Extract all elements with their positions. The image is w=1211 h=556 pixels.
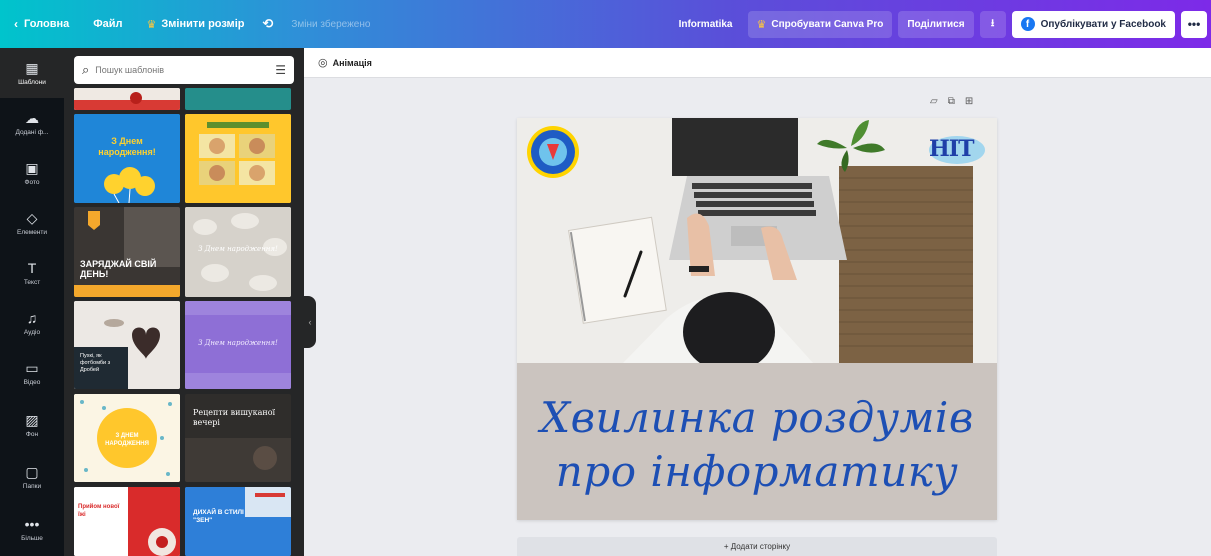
shapes-icon: ◇ xyxy=(26,210,38,226)
templates-panel: ⌕ ☰ З Днем народження! xyxy=(64,48,304,556)
rail-item-uploads[interactable]: ☁ Додані ф... xyxy=(0,98,64,148)
desk-photo[interactable]: НІТ xyxy=(517,118,997,363)
note-icon[interactable]: ▱ xyxy=(930,96,938,107)
crown-icon: ♛ xyxy=(756,18,767,31)
design-page[interactable]: НІТ Хвилинка роздумів про інформатику xyxy=(517,118,997,520)
rail-item-templates[interactable]: ▦ Шаблони xyxy=(0,48,64,98)
template-thumbnail xyxy=(74,114,180,203)
rail-item-more[interactable]: ••• Більше xyxy=(0,504,64,554)
video-icon: ▭ xyxy=(25,360,39,376)
template-thumbnail xyxy=(74,207,180,297)
top-bar: ‹ Головна Файл ♛ Змінити розмір ⟲ Зміни … xyxy=(0,0,1211,48)
file-menu[interactable]: Файл xyxy=(84,0,131,48)
text-icon: T xyxy=(27,260,37,276)
template-thumbnail xyxy=(74,487,180,556)
music-note-icon: ♫ xyxy=(26,310,38,326)
chevron-left-icon: ‹ xyxy=(14,17,18,31)
undo-button[interactable]: ⟲ xyxy=(253,0,282,48)
try-pro-button[interactable]: ♛ Спробувати Canva Pro xyxy=(747,10,893,38)
template-tile[interactable]: З ДНЕМ НАРОДЖЕННЯ xyxy=(74,394,180,482)
template-tile[interactable]: З Днем народження! xyxy=(74,114,180,203)
template-tile[interactable]: Прийом нової їжі xyxy=(74,487,180,556)
download-icon: ⭳ xyxy=(990,17,995,29)
template-tile[interactable]: Рецепти вишуканої вечері xyxy=(185,394,291,482)
caption-line-2[interactable]: про інформатику xyxy=(517,447,997,496)
photo-icon: ▣ xyxy=(25,160,39,176)
template-thumbnail xyxy=(185,114,291,203)
rail-item-background[interactable]: ▨ Фон xyxy=(0,400,64,450)
background-icon: ▨ xyxy=(25,412,39,428)
template-thumbnail xyxy=(74,301,180,389)
template-tile[interactable] xyxy=(185,88,291,110)
desk-illustration xyxy=(517,118,997,363)
filter-icon[interactable]: ☰ xyxy=(275,63,286,77)
page-tools: ▱ ⧉ ⊞ xyxy=(930,96,973,107)
rail-item-elements[interactable]: ◇ Елементи xyxy=(0,198,64,248)
share-button[interactable]: Поділитися xyxy=(898,10,974,38)
template-search-input[interactable] xyxy=(95,65,276,75)
template-tile[interactable]: Пухкі, як фотбомби з Дробей xyxy=(74,301,180,389)
facebook-icon: f xyxy=(1020,17,1035,31)
cloud-upload-icon: ☁ xyxy=(25,110,39,126)
right-logo-text: НІТ xyxy=(929,136,974,162)
undo-icon: ⟲ xyxy=(262,16,274,31)
duplicate-page-icon[interactable]: ⧉ xyxy=(948,96,955,107)
rail-item-video[interactable]: ▭ Відео xyxy=(0,348,64,398)
template-tile[interactable]: З Днем народження! xyxy=(185,301,291,389)
search-icon: ⌕ xyxy=(82,62,90,77)
rail-item-audio[interactable]: ♫ Аудіо xyxy=(0,298,64,348)
caption-line-1[interactable]: Хвилинка роздумів xyxy=(517,393,997,442)
add-page-icon[interactable]: ⊞ xyxy=(965,96,973,107)
layout-icon: ▦ xyxy=(25,60,39,76)
editor-toolbar: ◎ Анімація xyxy=(304,48,1211,78)
template-tile[interactable] xyxy=(74,88,180,110)
more-dots-icon: ••• xyxy=(24,516,40,532)
chevron-left-icon: ‹ xyxy=(308,317,312,327)
resize-button[interactable]: ♛ Змінити розмір xyxy=(138,0,254,48)
caption-band: Хвилинка роздумів про інформатику xyxy=(517,363,997,520)
publish-facebook-button[interactable]: f Опублікувати у Facebook xyxy=(1011,10,1175,38)
template-tile[interactable] xyxy=(185,114,291,203)
animation-button[interactable]: ◎ Анімація xyxy=(318,56,372,69)
save-status: Зміни збережено xyxy=(291,18,371,30)
template-thumbnail xyxy=(185,88,291,110)
folder-icon: ▢ xyxy=(25,464,39,480)
rail-item-photos[interactable]: ▣ Фото xyxy=(0,148,64,198)
design-name[interactable]: Informatika xyxy=(670,11,742,38)
template-tile[interactable]: ЗАРЯДЖАЙ СВІЙ ДЕНЬ! xyxy=(74,207,180,297)
left-rail: ▦ Шаблони ☁ Додані ф... ▣ Фото ◇ Елемент… xyxy=(0,48,64,556)
home-button[interactable]: ‹ Головна xyxy=(0,0,78,48)
more-options-button[interactable]: ••• xyxy=(1181,10,1207,38)
add-page-button[interactable]: + Додати сторінку xyxy=(517,537,997,556)
template-search-box: ⌕ ☰ xyxy=(74,56,294,84)
animation-icon: ◎ xyxy=(318,57,328,69)
rail-item-text[interactable]: T Текст xyxy=(0,248,64,298)
download-button[interactable]: ⭳ xyxy=(979,10,1006,38)
template-tile[interactable]: З Днем народження! xyxy=(185,207,291,297)
template-tile[interactable]: ДИХАЙ В СТИЛІ "ЗЕН" xyxy=(185,487,291,556)
crown-icon: ♛ xyxy=(146,18,157,31)
template-thumbnail xyxy=(74,88,180,110)
rail-item-folders[interactable]: ▢ Папки xyxy=(0,452,64,502)
panel-collapse-handle[interactable]: ‹ xyxy=(304,296,316,348)
